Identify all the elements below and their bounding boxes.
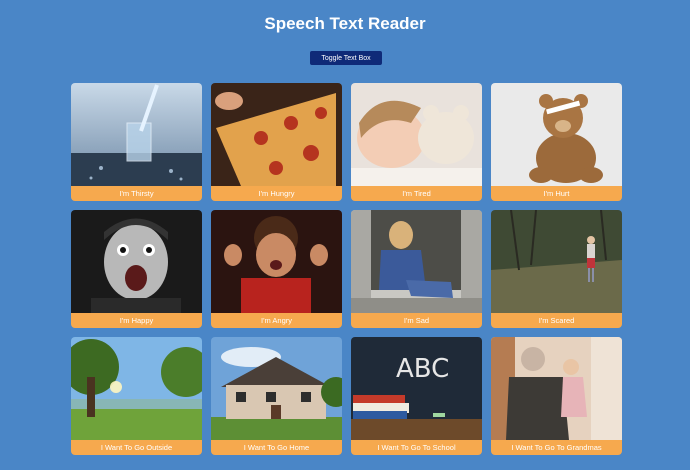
speech-card[interactable]: I'm Hungry xyxy=(211,83,342,201)
card-label: I Want To Go Outside xyxy=(71,440,202,455)
card-label: I'm Sad xyxy=(351,313,482,328)
scared-child-forest-image xyxy=(491,210,622,313)
speech-card[interactable]: I'm Angry xyxy=(211,210,342,328)
card-label: I'm Hurt xyxy=(491,186,622,201)
angry-child-image xyxy=(211,210,342,313)
speech-card-grid: I'm Thirsty I'm Hungry I'm Tired I'm Hur… xyxy=(71,83,622,455)
card-label: I Want To Go To School xyxy=(351,440,482,455)
card-label: I'm Thirsty xyxy=(71,186,202,201)
water-glass-image xyxy=(71,83,202,186)
card-label: I'm Hungry xyxy=(211,186,342,201)
card-label: I'm Scared xyxy=(491,313,622,328)
speech-card[interactable]: I Want To Go Outside xyxy=(71,337,202,455)
speech-card[interactable]: I'm Scared xyxy=(491,210,622,328)
card-label: I'm Angry xyxy=(211,313,342,328)
pizza-image xyxy=(211,83,342,186)
park-outside-image xyxy=(71,337,202,440)
speech-card[interactable]: ABC I Want To Go To School xyxy=(351,337,482,455)
page-title: Speech Text Reader xyxy=(264,14,426,33)
school-chalkboard-image: ABC xyxy=(351,337,482,440)
grandma-child-image xyxy=(491,337,622,440)
sad-child-image xyxy=(351,210,482,313)
speech-card[interactable]: I Want To Go To Grandmas xyxy=(491,337,622,455)
teddy-bear-image xyxy=(491,83,622,186)
speech-card[interactable]: I'm Happy xyxy=(71,210,202,328)
speech-card[interactable]: I'm Sad xyxy=(351,210,482,328)
speech-card[interactable]: I'm Thirsty xyxy=(71,83,202,201)
toggle-text-box-button[interactable]: Toggle Text Box xyxy=(310,51,382,65)
card-label: I Want To Go Home xyxy=(211,440,342,455)
card-label: I'm Tired xyxy=(351,186,482,201)
house-image xyxy=(211,337,342,440)
svg-text:ABC: ABC xyxy=(396,354,449,384)
speech-card[interactable]: I'm Hurt xyxy=(491,83,622,201)
card-label: I'm Happy xyxy=(71,313,202,328)
speech-card[interactable]: I Want To Go Home xyxy=(211,337,342,455)
sleeping-child-image xyxy=(351,83,482,186)
happy-child-image xyxy=(71,210,202,313)
speech-card[interactable]: I'm Tired xyxy=(351,83,482,201)
card-label: I Want To Go To Grandmas xyxy=(491,440,622,455)
